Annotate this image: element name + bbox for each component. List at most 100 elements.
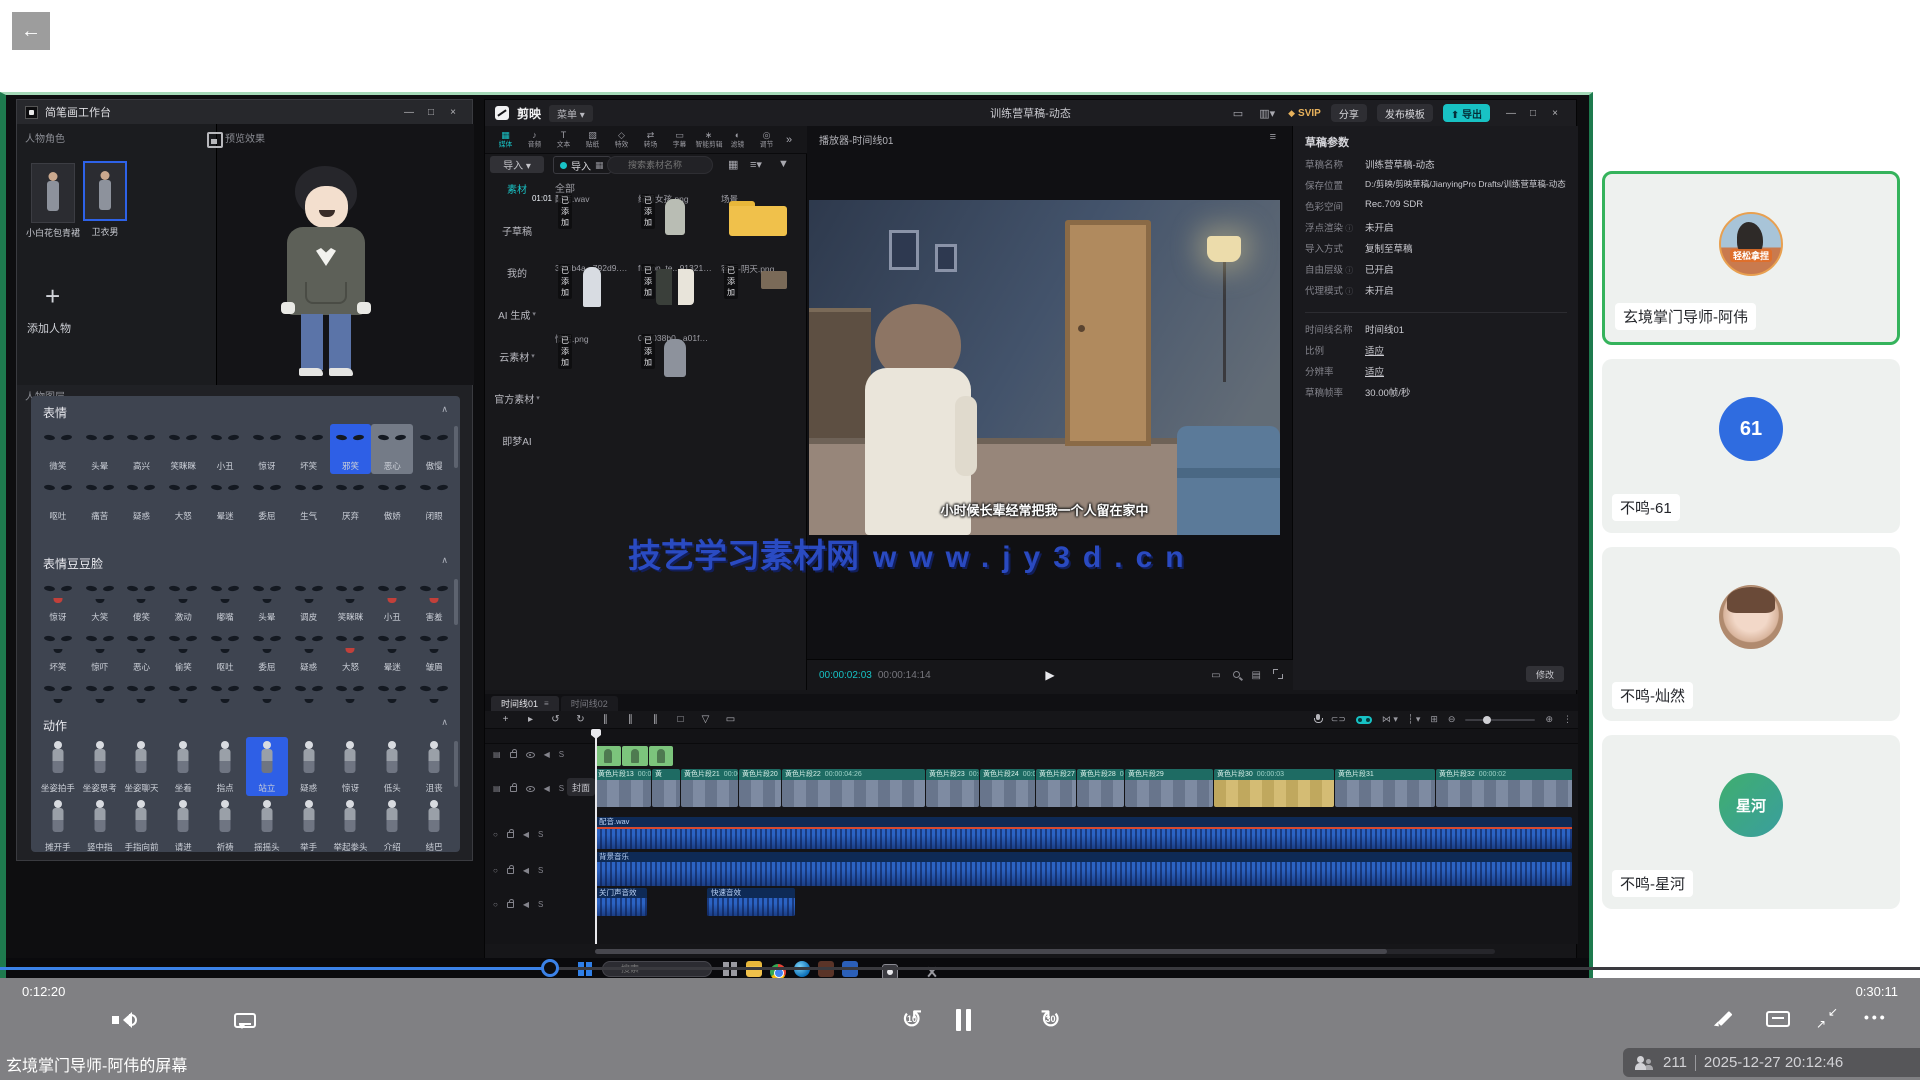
action-cell[interactable]: 摊开手 <box>37 796 79 852</box>
maximize-icon[interactable]: □ <box>420 103 442 121</box>
text-icon[interactable]: T 文本 <box>549 129 578 150</box>
video-clip[interactable]: 黄色片段3000:00:03 <box>1214 769 1334 807</box>
bean-face-cell[interactable]: 害羞 <box>413 575 455 625</box>
modify-button[interactable]: 修改 <box>1526 666 1564 682</box>
maximize-icon[interactable]: □ <box>1522 104 1544 122</box>
bean-face-cell[interactable]: 傻笑 <box>121 575 163 625</box>
sticker-clip[interactable] <box>622 746 648 766</box>
ratio-icon[interactable]: ▤ <box>1252 670 1261 681</box>
smart-edit-icon[interactable]: ∗ 智能剪辑 <box>694 129 723 150</box>
expression-cell[interactable]: 邪笑 <box>330 424 372 474</box>
video-clip[interactable]: 黄色片段1300:00:02:0 <box>595 769 651 807</box>
split-left-icon[interactable]: ∥ <box>593 714 618 725</box>
timeline-more-icon[interactable]: ⋮ <box>1563 714 1572 725</box>
expression-cell[interactable]: 惊讶 <box>246 424 288 474</box>
forward-button[interactable]: ↻ 30 <box>1033 1002 1067 1036</box>
bean-face-cell[interactable]: 惊吓 <box>79 625 121 675</box>
timeline-zoom-slider[interactable] <box>1465 719 1535 721</box>
video-clip[interactable]: 黄色片段2800:00 <box>1077 769 1124 807</box>
expression-cell[interactable]: 傲慢 <box>413 424 455 474</box>
expression-cell[interactable]: 晕迷 <box>204 474 246 524</box>
zoom-in-icon[interactable]: ⊕ <box>1545 714 1553 725</box>
bean-face-cell[interactable]: 惊讶 <box>37 575 79 625</box>
video-clip[interactable]: 黄色片段3200:00:02 <box>1436 769 1572 807</box>
character-card[interactable]: 小白花包青裙 <box>31 163 75 223</box>
bean-face-cell[interactable] <box>246 675 288 703</box>
effects-icon[interactable]: ◇ 特效 <box>607 129 636 150</box>
undo-icon[interactable]: ↺ <box>543 714 568 725</box>
menu-button[interactable]: 菜单 ▾ <box>549 105 593 122</box>
expression-cell[interactable]: 呕吐 <box>37 474 79 524</box>
split-right-icon[interactable]: ∥ <box>643 714 668 725</box>
collapse-expressions-icon[interactable]: ∧ <box>441 404 448 415</box>
bean-face-cell[interactable]: 笑眯眯 <box>330 575 372 625</box>
bean-face-cell[interactable]: 大怒 <box>330 625 372 675</box>
bean-face-cell[interactable] <box>288 675 330 703</box>
split-icon[interactable]: ∥ <box>618 714 643 725</box>
video-clip[interactable]: 黄色片段31 <box>1335 769 1435 807</box>
media-icon[interactable]: ▦ 媒体 <box>491 129 520 150</box>
share-button[interactable]: 分享 <box>1331 104 1367 122</box>
video-clip[interactable]: 黄色片段29 <box>1125 769 1213 807</box>
audio-track-music[interactable]: 背景音乐 <box>595 852 1572 886</box>
expression-cell[interactable]: 恶心 <box>371 424 413 474</box>
export-button[interactable]: ⬆ 导出 <box>1443 104 1490 122</box>
participant-card[interactable]: 61 不鸣-61 <box>1602 359 1900 533</box>
participant-card[interactable]: 星河 不鸣-星河 <box>1602 735 1900 909</box>
expression-cell[interactable]: 小丑 <box>204 424 246 474</box>
video-clip[interactable]: 黄色片段2300:05:0 <box>926 769 979 807</box>
action-cell[interactable]: 请进 <box>162 796 204 852</box>
expression-cell[interactable]: 疑惑 <box>121 474 163 524</box>
player-menu-icon[interactable]: ≡ <box>1264 130 1282 144</box>
character-card[interactable]: 卫衣男 <box>83 161 127 221</box>
action-cell[interactable]: 坐着 <box>162 737 204 796</box>
play-button[interactable]: ▶ <box>1039 667 1060 683</box>
expression-cell[interactable]: 笑眯眯 <box>162 424 204 474</box>
audio-track-sfx2[interactable]: 快速音效 <box>707 888 795 916</box>
publish-template-button[interactable]: 发布模板 <box>1377 104 1433 122</box>
text-box-icon[interactable]: ▭ <box>718 714 743 725</box>
action-cell[interactable]: 祈祷 <box>204 796 246 852</box>
action-cell[interactable]: 坐姿思考 <box>79 737 121 796</box>
bean-face-cell[interactable] <box>204 675 246 703</box>
playhead[interactable] <box>595 729 597 944</box>
bean-face-cell[interactable]: 坏笑 <box>37 625 79 675</box>
video-clip[interactable]: 黄 <box>652 769 680 807</box>
media-item[interactable]: 已添加 0e4038b0...a01fe.png <box>638 331 712 343</box>
audio-track-voiceover[interactable]: 配音.wav <box>595 817 1572 849</box>
bean-face-cell[interactable]: 疑惑 <box>288 625 330 675</box>
video-clip[interactable]: 黄色片段2200:00:04:26 <box>782 769 925 807</box>
participant-card[interactable]: 轻松拿捏 玄境掌门导师-阿伟 <box>1602 171 1900 345</box>
timeline-scrollbar[interactable] <box>595 949 1495 954</box>
minimize-icon[interactable]: — <box>398 103 420 121</box>
link-icon[interactable]: ⋈ ▾ <box>1382 714 1398 725</box>
caption-icon[interactable]: ▭ 字幕 <box>665 129 694 150</box>
sticker-icon[interactable]: ▧ 贴纸 <box>578 129 607 150</box>
collapse-bean-icon[interactable]: ∧ <box>441 555 448 566</box>
action-cell[interactable]: 摇摇头 <box>246 796 288 852</box>
bean-face-cell[interactable] <box>79 675 121 703</box>
pause-button[interactable] <box>950 1008 977 1035</box>
expression-cell[interactable]: 生气 <box>288 474 330 524</box>
preview-zoom-icon[interactable] <box>1233 670 1240 681</box>
action-cell[interactable]: 惊讶 <box>330 737 372 796</box>
expression-cell[interactable]: 傲娇 <box>371 474 413 524</box>
record-voice-icon[interactable] <box>1314 714 1321 726</box>
annotate-button[interactable] <box>1708 1006 1742 1033</box>
add-character-button[interactable]: + <box>39 284 66 308</box>
media-item[interactable]: 已添加 39f0b4a...792d9.png <box>555 261 629 273</box>
actions-scrollbar[interactable] <box>454 741 458 787</box>
action-cell[interactable]: 指点 <box>204 737 246 796</box>
layout-single-icon[interactable]: ▭ <box>1230 107 1246 120</box>
expression-cell[interactable]: 闭眼 <box>413 474 455 524</box>
chat-button[interactable] <box>228 1012 262 1032</box>
exit-fullscreen-button[interactable]: ↙↗ <box>1810 1006 1844 1033</box>
expression-cell[interactable]: 大怒 <box>162 474 204 524</box>
playback-progress-knob[interactable] <box>541 959 559 977</box>
delete-icon[interactable]: □ <box>668 714 693 725</box>
action-cell[interactable]: 结巴 <box>413 796 455 852</box>
expression-cell[interactable]: 委屈 <box>246 474 288 524</box>
adjust-icon[interactable]: ◎ 调节 <box>752 129 781 150</box>
filter-icon[interactable]: ◐ 滤镜 <box>723 129 752 150</box>
media-item[interactable]: 场景 <box>721 191 795 205</box>
